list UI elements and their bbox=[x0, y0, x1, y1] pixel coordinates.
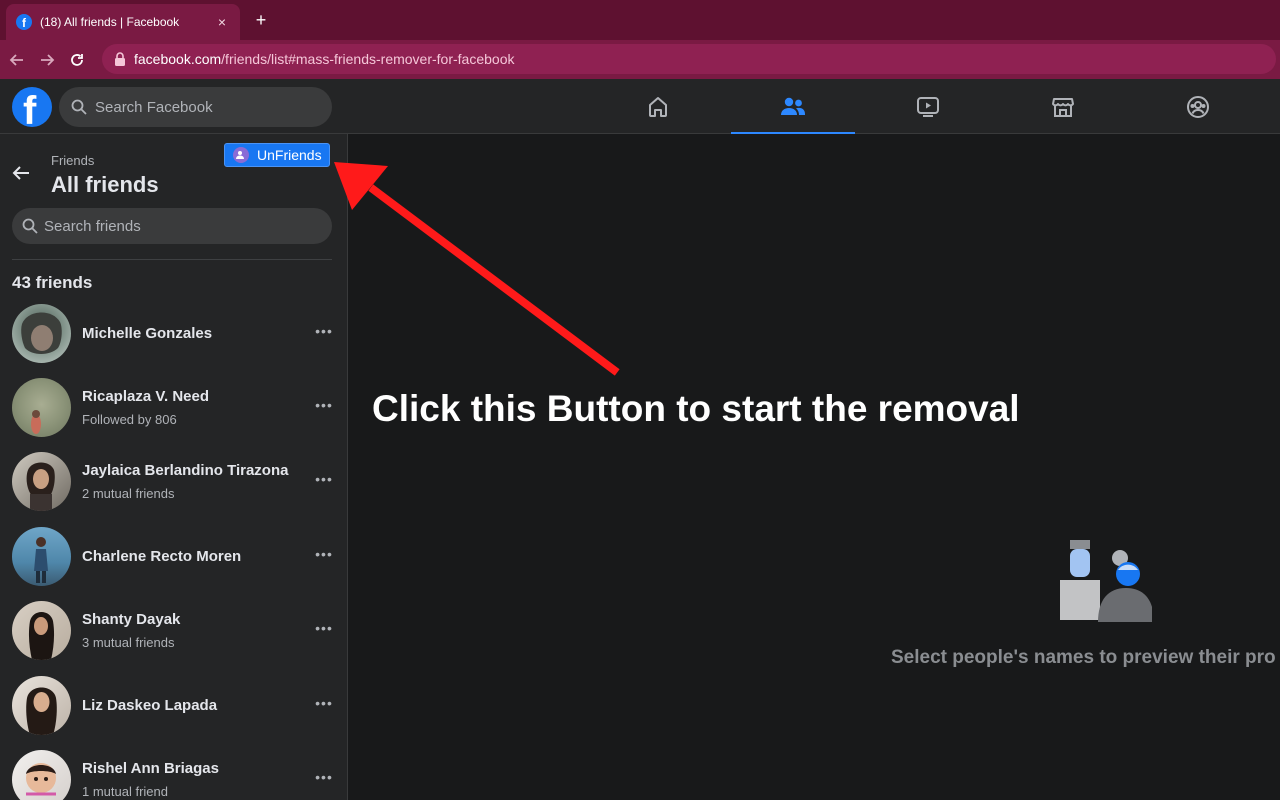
reload-icon bbox=[69, 52, 85, 68]
friend-name[interactable]: Michelle Gonzales bbox=[82, 325, 212, 342]
friend-name[interactable]: Liz Daskeo Lapada bbox=[82, 697, 217, 714]
main-content: Click this Button to start the removal S… bbox=[348, 134, 1280, 800]
friend-name[interactable]: Rishel Ann Briagas bbox=[82, 760, 219, 777]
new-tab-button[interactable]: + bbox=[250, 8, 272, 32]
friend-row[interactable]: Liz Daskeo Lapada ••• bbox=[0, 676, 346, 750]
close-tab-icon[interactable]: × bbox=[214, 14, 230, 30]
facebook-search-box[interactable] bbox=[59, 87, 332, 127]
groups-icon bbox=[1186, 95, 1210, 119]
nav-tab-groups[interactable] bbox=[1136, 79, 1260, 134]
nav-tab-friends[interactable] bbox=[731, 79, 855, 134]
friend-subtitle: 3 mutual friends bbox=[82, 635, 175, 650]
friend-name[interactable]: Shanty Dayak bbox=[82, 611, 180, 628]
friend-row[interactable]: Charlene Recto Moren ••• bbox=[0, 527, 346, 601]
avatar[interactable] bbox=[12, 527, 71, 586]
friends-search-box[interactable] bbox=[12, 208, 332, 244]
nav-tab-watch[interactable] bbox=[866, 79, 990, 134]
friend-name[interactable]: Ricaplaza V. Need bbox=[82, 388, 209, 405]
more-options-button[interactable]: ••• bbox=[314, 696, 334, 716]
friends-count: 43 friends bbox=[12, 273, 92, 293]
reload-button[interactable] bbox=[64, 47, 90, 73]
unfriends-extension-icon bbox=[233, 147, 249, 163]
friend-name[interactable]: Jaylaica Berlandino Tirazona bbox=[82, 462, 288, 479]
browser-toolbar: facebook.com/friends/list#mass-friends-r… bbox=[0, 40, 1280, 79]
facebook-search-input[interactable] bbox=[95, 99, 315, 116]
url-host: facebook.com bbox=[134, 51, 221, 67]
friend-row[interactable]: Rishel Ann Briagas 1 mutual friend ••• bbox=[0, 750, 346, 800]
empty-state-text: Select people's names to preview their p… bbox=[891, 647, 1276, 669]
search-icon bbox=[71, 99, 87, 115]
friend-row[interactable]: Jaylaica Berlandino Tirazona 2 mutual fr… bbox=[0, 452, 346, 526]
more-options-button[interactable]: ••• bbox=[314, 398, 334, 418]
friend-subtitle: 1 mutual friend bbox=[82, 784, 168, 799]
more-options-button[interactable]: ••• bbox=[314, 324, 334, 344]
back-arrow-icon[interactable] bbox=[10, 162, 32, 184]
friends-icon bbox=[780, 95, 806, 119]
friend-row[interactable]: Michelle Gonzales ••• bbox=[0, 304, 346, 378]
nav-tab-home[interactable] bbox=[596, 79, 720, 134]
unfriends-button[interactable]: UnFriends bbox=[224, 143, 330, 167]
friends-sidebar: Friends All friends UnFriends 43 friends… bbox=[0, 134, 348, 800]
favicon-letter: f bbox=[22, 16, 26, 30]
home-icon bbox=[646, 95, 670, 119]
avatar[interactable] bbox=[12, 452, 71, 511]
browser-tab-bar: f (18) All friends | Facebook × + bbox=[0, 0, 1280, 40]
logo-letter: f bbox=[23, 89, 36, 127]
friend-row[interactable]: Shanty Dayak 3 mutual friends ••• bbox=[0, 601, 346, 675]
main-nav-tabs bbox=[596, 79, 1271, 134]
address-bar[interactable]: facebook.com/friends/list#mass-friends-r… bbox=[102, 44, 1276, 74]
page-title: All friends bbox=[51, 172, 159, 198]
friend-subtitle: 2 mutual friends bbox=[82, 486, 175, 501]
avatar[interactable] bbox=[12, 601, 71, 660]
friend-row[interactable]: Ricaplaza V. Need Followed by 806 ••• bbox=[0, 378, 346, 452]
facebook-favicon-icon: f bbox=[16, 14, 32, 30]
annotation-text: Click this Button to start the removal bbox=[372, 388, 1020, 430]
unfriends-label: UnFriends bbox=[257, 147, 322, 163]
divider bbox=[12, 259, 332, 260]
facebook-header: f bbox=[0, 79, 1280, 134]
arrow-right-icon bbox=[39, 52, 55, 68]
forward-button[interactable] bbox=[34, 47, 60, 73]
watch-icon bbox=[916, 95, 940, 119]
marketplace-icon bbox=[1051, 95, 1075, 119]
url-text: facebook.com/friends/list#mass-friends-r… bbox=[134, 51, 515, 67]
more-options-button[interactable]: ••• bbox=[314, 621, 334, 641]
more-options-button[interactable]: ••• bbox=[314, 770, 334, 790]
browser-tab[interactable]: f (18) All friends | Facebook × bbox=[6, 4, 240, 40]
back-button[interactable] bbox=[4, 47, 30, 73]
facebook-logo-icon[interactable]: f bbox=[12, 87, 52, 127]
more-options-button[interactable]: ••• bbox=[314, 547, 334, 567]
friend-subtitle: Followed by 806 bbox=[82, 412, 177, 427]
search-icon bbox=[22, 218, 38, 234]
avatar[interactable] bbox=[12, 304, 71, 363]
search-friends-input[interactable] bbox=[44, 218, 314, 235]
tab-title: (18) All friends | Facebook bbox=[40, 15, 214, 29]
avatar[interactable] bbox=[12, 378, 71, 437]
url-path: /friends/list#mass-friends-remover-for-f… bbox=[221, 51, 514, 67]
avatar[interactable] bbox=[12, 750, 71, 800]
nav-tab-marketplace[interactable] bbox=[1001, 79, 1125, 134]
friend-name[interactable]: Charlene Recto Moren bbox=[82, 548, 241, 565]
lock-icon bbox=[114, 52, 126, 66]
people-illustration-icon bbox=[1058, 536, 1152, 622]
avatar[interactable] bbox=[12, 676, 71, 735]
breadcrumb[interactable]: Friends bbox=[51, 153, 94, 168]
arrow-left-icon bbox=[9, 52, 25, 68]
more-options-button[interactable]: ••• bbox=[314, 472, 334, 492]
